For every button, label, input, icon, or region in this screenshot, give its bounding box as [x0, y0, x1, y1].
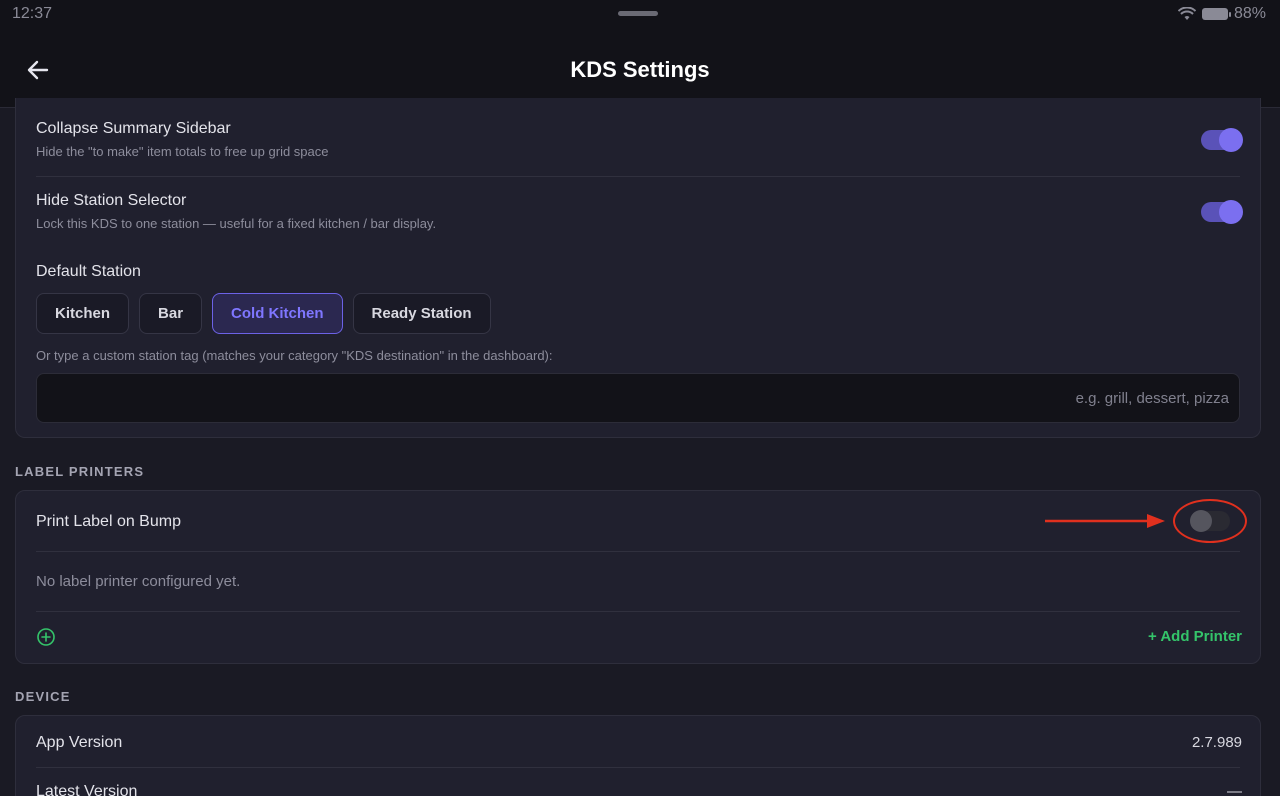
default-station-label: Default Station — [36, 263, 141, 280]
hide-station-selector-subtitle: Lock this KDS to one station — useful fo… — [36, 216, 437, 231]
collapse-summary-row: Collapse Summary Sidebar Hide the "to ma… — [36, 120, 1240, 159]
annotation-circle — [1173, 499, 1247, 543]
page-title: KDS Settings — [570, 57, 710, 82]
station-option-ready-station[interactable]: Ready Station — [352, 293, 491, 334]
app-header: KDS Settings — [0, 30, 1280, 108]
display-settings-card: Collapse Summary Sidebar Hide the "to ma… — [15, 98, 1261, 438]
status-bar: 12:37 88% — [0, 0, 1280, 30]
hide-station-selector-title: Hide Station Selector — [36, 192, 187, 209]
battery-percent: 88% — [1233, 5, 1266, 22]
divider — [36, 551, 1240, 552]
station-selector: Kitchen Bar Cold Kitchen Ready Station — [36, 293, 491, 334]
device-card: App Version 2.7.989 Latest Version — — [15, 715, 1261, 796]
toggle-knob — [1219, 200, 1243, 224]
collapse-summary-subtitle: Hide the "to make" item totals to free u… — [36, 144, 329, 159]
section-title-label-printers: LABEL PRINTERS — [15, 464, 145, 479]
hide-station-selector-row: Hide Station Selector Lock this KDS to o… — [36, 192, 1240, 231]
custom-station-hint: Or type a custom station tag (matches yo… — [36, 348, 553, 363]
battery-icon — [1201, 8, 1231, 20]
collapse-summary-toggle[interactable] — [1201, 128, 1243, 152]
station-option-cold-kitchen[interactable]: Cold Kitchen — [212, 293, 343, 334]
app-version-label: App Version — [36, 734, 123, 751]
status-indicators: 88% — [1177, 5, 1266, 23]
no-printer-message: No label printer configured yet. — [36, 573, 241, 590]
add-printer-button[interactable]: + Add Printer — [1148, 628, 1242, 645]
divider — [36, 767, 1240, 768]
collapse-summary-title: Collapse Summary Sidebar — [36, 120, 231, 137]
latest-version-label: Latest Version — [36, 783, 138, 796]
custom-station-input[interactable] — [36, 373, 1240, 423]
toggle-knob — [1219, 128, 1243, 152]
annotation-arrow-icon — [1045, 514, 1165, 528]
drag-handle[interactable] — [618, 11, 658, 16]
divider — [36, 176, 1240, 177]
section-title-device: DEVICE — [15, 689, 71, 704]
divider — [36, 611, 1240, 612]
wifi-icon — [1177, 7, 1196, 20]
station-option-bar[interactable]: Bar — [139, 293, 203, 334]
latest-version-value: — — [1227, 783, 1242, 796]
station-option-kitchen[interactable]: Kitchen — [36, 293, 130, 334]
app-version-value: 2.7.989 — [1191, 734, 1242, 751]
status-time: 12:37 — [12, 5, 53, 22]
hide-station-selector-toggle[interactable] — [1201, 200, 1243, 224]
add-circle-icon[interactable] — [36, 627, 56, 647]
